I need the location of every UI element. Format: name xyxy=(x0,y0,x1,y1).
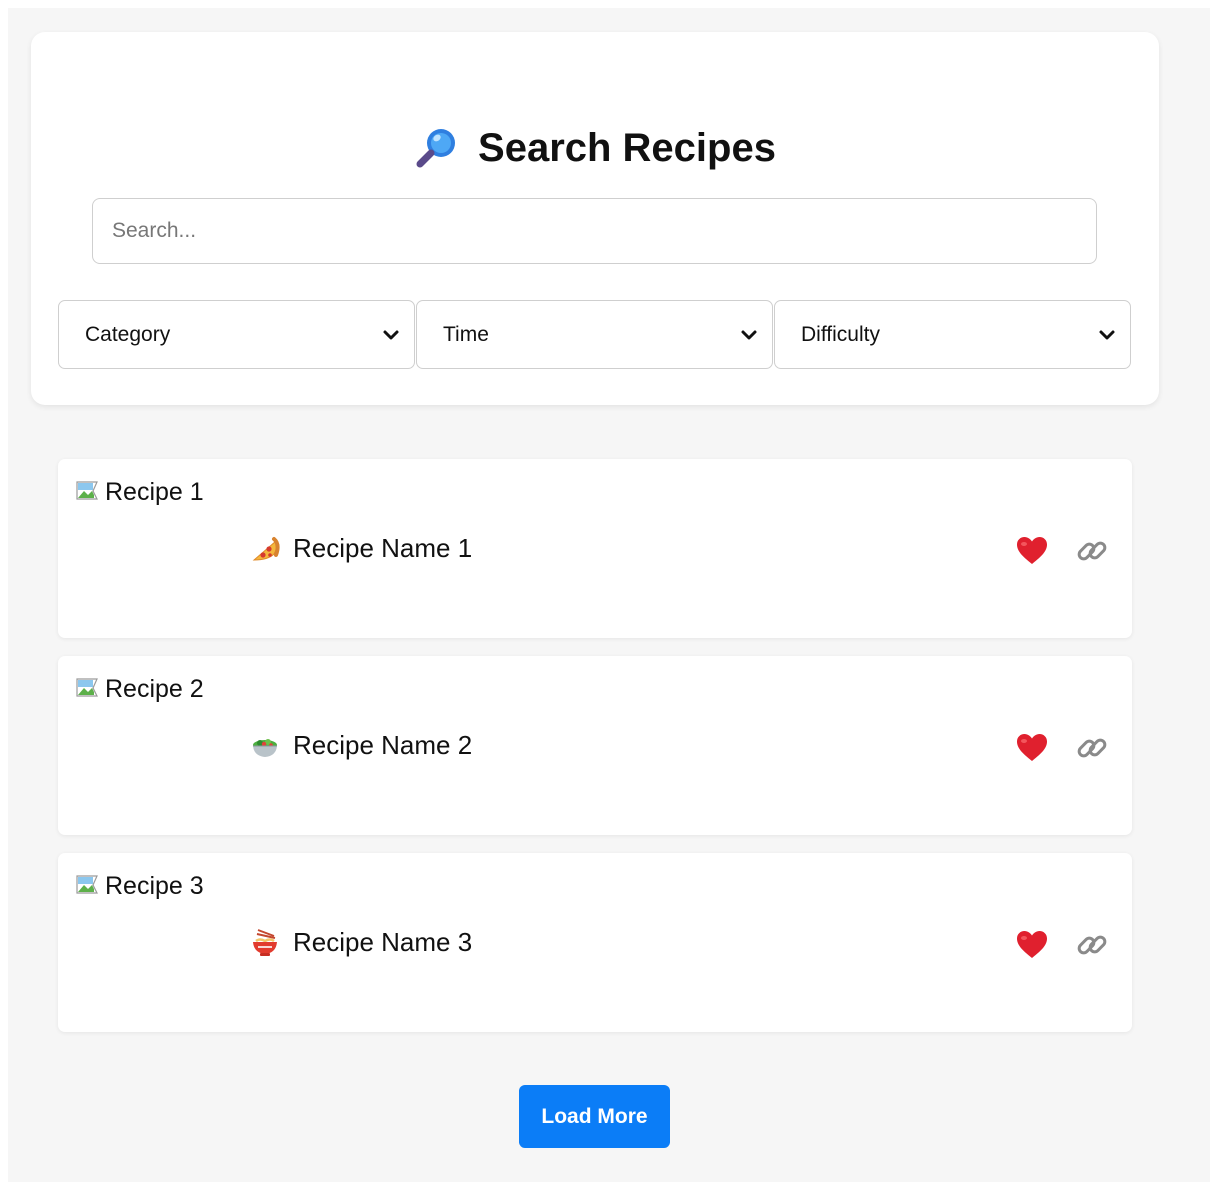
difficulty-select[interactable]: Difficulty xyxy=(774,300,1131,369)
broken-image-icon xyxy=(76,678,98,697)
heart-icon[interactable] xyxy=(1014,533,1050,569)
search-panel: Search Recipes Category Time Difficulty xyxy=(31,32,1159,405)
broken-image-icon xyxy=(76,875,98,894)
link-icon[interactable] xyxy=(1074,730,1110,766)
broken-image-icon xyxy=(76,481,98,500)
recipe-title: Recipe Name 2 xyxy=(250,730,472,761)
heart-icon[interactable] xyxy=(1014,927,1050,963)
recipe-actions xyxy=(1014,533,1110,569)
salad-bowl-icon xyxy=(253,738,277,757)
chevron-down-icon xyxy=(1099,330,1115,339)
page-title-text: Search Recipes xyxy=(478,126,776,170)
recipe-image-alt: Recipe 1 xyxy=(105,478,204,506)
category-select[interactable]: Category xyxy=(58,300,415,369)
link-icon[interactable] xyxy=(1074,533,1110,569)
pizza-icon xyxy=(252,536,280,561)
magnifying-glass-icon xyxy=(416,129,456,168)
recipe-title: Recipe Name 1 xyxy=(250,533,472,564)
recipe-card: Recipe 2 Recipe Name 2 xyxy=(58,656,1132,835)
recipe-image-alt: Recipe 3 xyxy=(105,872,204,900)
time-select[interactable]: Time xyxy=(416,300,773,369)
recipe-actions xyxy=(1014,730,1110,766)
heart-icon[interactable] xyxy=(1014,730,1050,766)
recipe-image: Recipe 1 xyxy=(75,477,204,507)
recipe-card: Recipe 1 Recipe Name 1 xyxy=(58,459,1132,638)
filter-bar: Category Time Difficulty xyxy=(58,300,1131,369)
page-title: Search Recipes xyxy=(31,124,1159,172)
search-input[interactable] xyxy=(92,198,1097,264)
chevron-down-icon xyxy=(741,330,757,339)
time-select-label: Time xyxy=(443,322,489,346)
recipe-name: Recipe Name 2 xyxy=(293,730,473,760)
difficulty-select-label: Difficulty xyxy=(801,322,880,346)
page-background: Search Recipes Category Time Difficulty xyxy=(8,8,1210,1182)
noodle-bowl-icon xyxy=(253,928,277,956)
category-select-label: Category xyxy=(85,322,171,346)
recipe-image: Recipe 2 xyxy=(75,674,204,704)
recipe-name: Recipe Name 1 xyxy=(293,533,473,563)
recipe-actions xyxy=(1014,927,1110,963)
recipe-title: Recipe Name 3 xyxy=(250,927,472,958)
link-icon[interactable] xyxy=(1074,927,1110,963)
recipe-image-alt: Recipe 2 xyxy=(105,675,204,703)
recipe-card: Recipe 3 Recipe Name 3 xyxy=(58,853,1132,1032)
recipe-image: Recipe 3 xyxy=(75,871,204,901)
load-more-button[interactable]: Load More xyxy=(519,1085,670,1148)
chevron-down-icon xyxy=(383,330,399,339)
recipe-name: Recipe Name 3 xyxy=(293,927,473,957)
